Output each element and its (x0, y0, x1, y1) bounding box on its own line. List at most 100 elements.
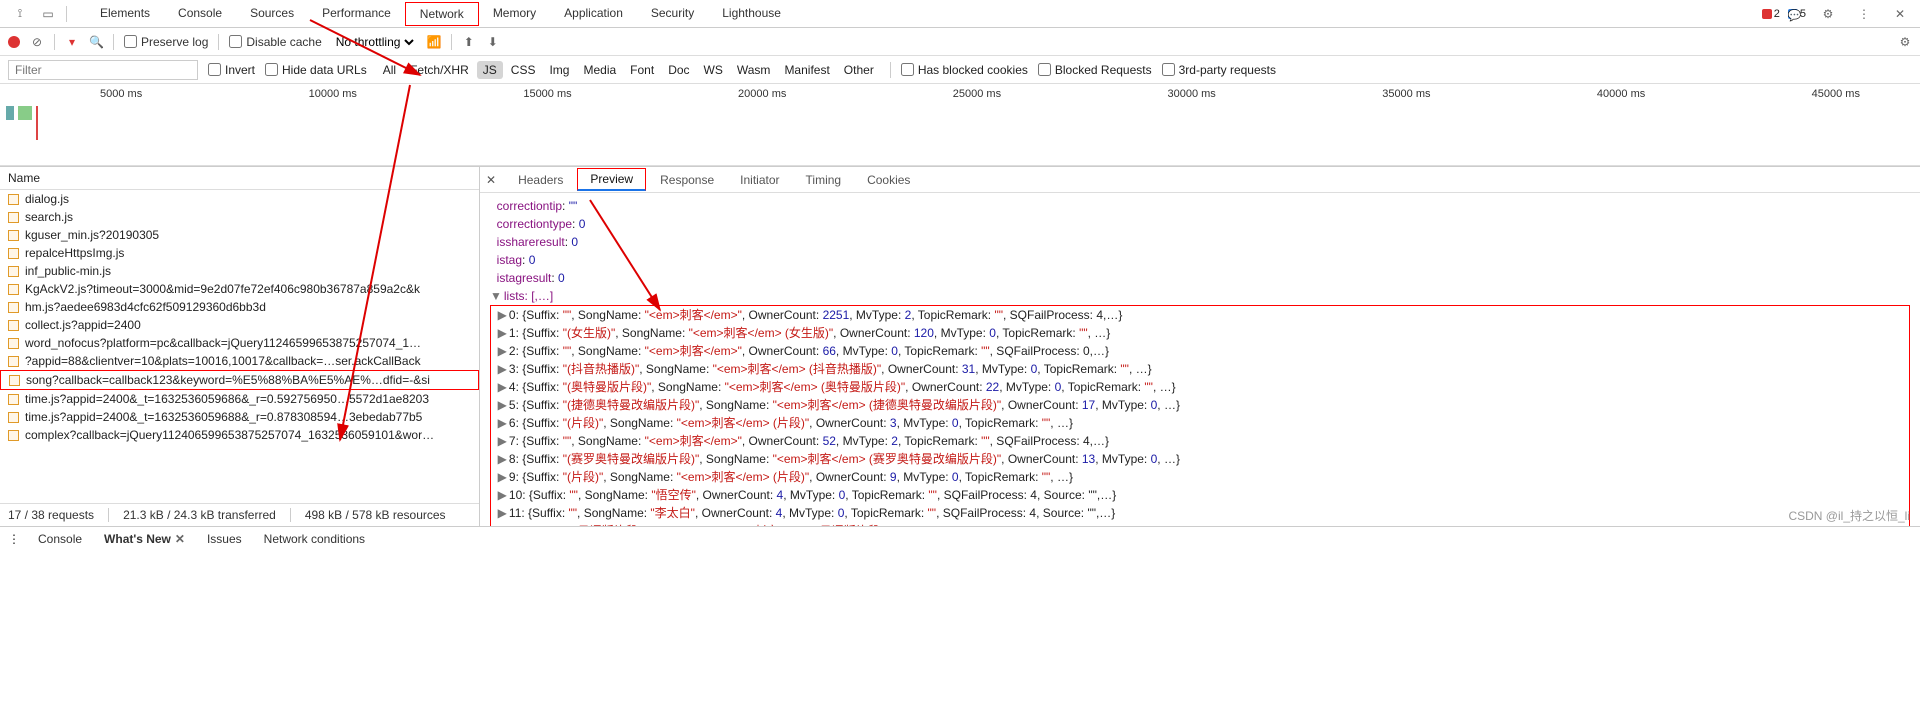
drawer-tab-what-s-new[interactable]: What's New✕ (104, 532, 185, 546)
filter-type-css[interactable]: CSS (505, 61, 542, 79)
tab-memory[interactable]: Memory (479, 2, 550, 26)
warning-badge[interactable]: 💬5 (1788, 8, 1806, 20)
request-name: complex?callback=jQuery11240659965387525… (25, 428, 434, 442)
subtab-cookies[interactable]: Cookies (855, 170, 922, 190)
request-list-panel: Name dialog.js search.js kguser_min.js?201… (0, 167, 480, 526)
js-file-icon (8, 230, 19, 241)
request-row[interactable]: time.js?appid=2400&_t=1632536059688&_r=0… (0, 408, 479, 426)
request-row[interactable]: song?callback=callback123&keyword=%E5%88… (0, 370, 479, 390)
filter-type-font[interactable]: Font (624, 61, 660, 79)
error-badge[interactable]: 2 (1762, 8, 1780, 20)
request-name: KgAckV2.js?timeout=3000&mid=9e2d07fe72ef… (25, 282, 420, 296)
invert-checkbox[interactable]: Invert (208, 63, 255, 77)
upload-icon[interactable]: ⬆ (462, 35, 476, 49)
request-row[interactable]: dialog.js (0, 190, 479, 208)
filter-type-media[interactable]: Media (577, 61, 622, 79)
filter-type-wasm[interactable]: Wasm (731, 61, 777, 79)
filter-type-manifest[interactable]: Manifest (778, 61, 835, 79)
filter-type-all[interactable]: All (377, 61, 402, 79)
tab-performance[interactable]: Performance (308, 2, 405, 26)
request-name: time.js?appid=2400&_t=1632536059688&_r=0… (25, 410, 422, 424)
throttle-select[interactable]: No throttling (332, 34, 417, 50)
subtab-timing[interactable]: Timing (794, 170, 854, 190)
request-row[interactable]: search.js (0, 208, 479, 226)
filter-type-img[interactable]: Img (543, 61, 575, 79)
more-icon[interactable]: ⋮ (1856, 7, 1872, 21)
request-row[interactable]: inf_public-min.js (0, 262, 479, 280)
request-row[interactable]: repalceHttpsImg.js (0, 244, 479, 262)
filter-type-ws[interactable]: WS (698, 61, 729, 79)
download-icon[interactable]: ⬇ (486, 35, 500, 49)
preserve-log-checkbox[interactable]: Preserve log (124, 35, 208, 49)
name-column-header[interactable]: Name (0, 167, 479, 190)
tab-application[interactable]: Application (550, 2, 637, 26)
js-file-icon (8, 302, 19, 313)
request-name: ?appid=88&clientver=10&plats=10016,10017… (25, 354, 421, 368)
subtab-preview[interactable]: Preview (577, 168, 646, 191)
filter-icon[interactable]: ▾ (65, 35, 79, 49)
filter-type-other[interactable]: Other (838, 61, 880, 79)
details-panel: ✕ HeadersPreviewResponseInitiatorTimingC… (480, 167, 1920, 526)
js-file-icon (8, 412, 19, 423)
close-icon[interactable]: ✕ (1892, 7, 1908, 21)
device-icon[interactable]: ▭ (40, 7, 56, 21)
request-row[interactable]: complex?callback=jQuery11240659965387525… (0, 426, 479, 444)
js-file-icon (8, 194, 19, 205)
filter-type-fetchxhr[interactable]: Fetch/XHR (404, 61, 475, 79)
timeline[interactable]: 5000 ms10000 ms15000 ms20000 ms25000 ms3… (0, 84, 1920, 166)
subtab-headers[interactable]: Headers (506, 170, 575, 190)
tab-sources[interactable]: Sources (236, 2, 308, 26)
js-file-icon (8, 248, 19, 259)
request-row[interactable]: collect.js?appid=2400 (0, 316, 479, 334)
request-row[interactable]: time.js?appid=2400&_t=1632536059686&_r=0… (0, 390, 479, 408)
tab-lighthouse[interactable]: Lighthouse (708, 2, 795, 26)
preview-json[interactable]: correctiontip: "" correctiontype: 0 issh… (480, 193, 1920, 526)
drawer-tab-issues[interactable]: Issues (207, 532, 242, 546)
js-file-icon (8, 320, 19, 331)
request-name: collect.js?appid=2400 (25, 318, 141, 332)
filter-row: Invert Hide data URLs AllFetch/XHRJSCSSI… (0, 56, 1920, 84)
tab-console[interactable]: Console (164, 2, 236, 26)
record-button[interactable] (8, 36, 20, 48)
request-row[interactable]: word_nofocus?platform=pc&callback=jQuery… (0, 334, 479, 352)
search-icon[interactable]: 🔍 (89, 35, 103, 49)
third-party-checkbox[interactable]: 3rd-party requests (1162, 63, 1276, 77)
drawer-tab-network-conditions[interactable]: Network conditions (264, 532, 365, 546)
request-name: inf_public-min.js (25, 264, 111, 278)
js-file-icon (8, 356, 19, 367)
drawer-more-icon[interactable]: ⋮ (8, 532, 20, 546)
hide-urls-checkbox[interactable]: Hide data URLs (265, 63, 367, 77)
subtab-initiator[interactable]: Initiator (728, 170, 791, 190)
tab-elements[interactable]: Elements (86, 2, 164, 26)
gear-icon[interactable]: ⚙ (1820, 7, 1836, 21)
blocked-cookies-checkbox[interactable]: Has blocked cookies (901, 63, 1028, 77)
close-details-icon[interactable]: ✕ (486, 173, 496, 187)
request-row[interactable]: ?appid=88&clientver=10&plats=10016,10017… (0, 352, 479, 370)
drawer: ⋮ Console What's New✕ Issues Network condit… (0, 526, 1920, 550)
settings-icon[interactable]: ⚙ (1898, 35, 1912, 49)
network-toolbar: ⊘ ▾ 🔍 Preserve log Disable cache No thro… (0, 28, 1920, 56)
request-name: dialog.js (25, 192, 69, 206)
js-file-icon (9, 375, 20, 386)
filter-type-js[interactable]: JS (477, 61, 503, 79)
request-row[interactable]: KgAckV2.js?timeout=3000&mid=9e2d07fe72ef… (0, 280, 479, 298)
tab-network[interactable]: Network (405, 2, 479, 26)
clear-icon[interactable]: ⊘ (30, 35, 44, 49)
drawer-tab-console[interactable]: Console (38, 532, 82, 546)
disable-cache-checkbox[interactable]: Disable cache (229, 35, 321, 49)
network-split: Name dialog.js search.js kguser_min.js?201… (0, 166, 1920, 526)
tab-security[interactable]: Security (637, 2, 708, 26)
wifi-icon[interactable]: 📶 (427, 35, 441, 49)
blocked-requests-checkbox[interactable]: Blocked Requests (1038, 63, 1152, 77)
divider (66, 6, 82, 22)
request-name: search.js (25, 210, 73, 224)
request-row[interactable]: kguser_min.js?20190305 (0, 226, 479, 244)
subtab-response[interactable]: Response (648, 170, 726, 190)
request-row[interactable]: hm.js?aedee6983d4cfc62f509129360d6bb3d (0, 298, 479, 316)
filter-type-doc[interactable]: Doc (662, 61, 695, 79)
js-file-icon (8, 430, 19, 441)
devtools-main-tabs: ⟟ ▭ ElementsConsoleSourcesPerformanceNet… (0, 0, 1920, 28)
inspect-icon[interactable]: ⟟ (12, 6, 28, 21)
request-name: song?callback=callback123&keyword=%E5%88… (26, 373, 430, 387)
filter-input[interactable] (8, 60, 198, 80)
